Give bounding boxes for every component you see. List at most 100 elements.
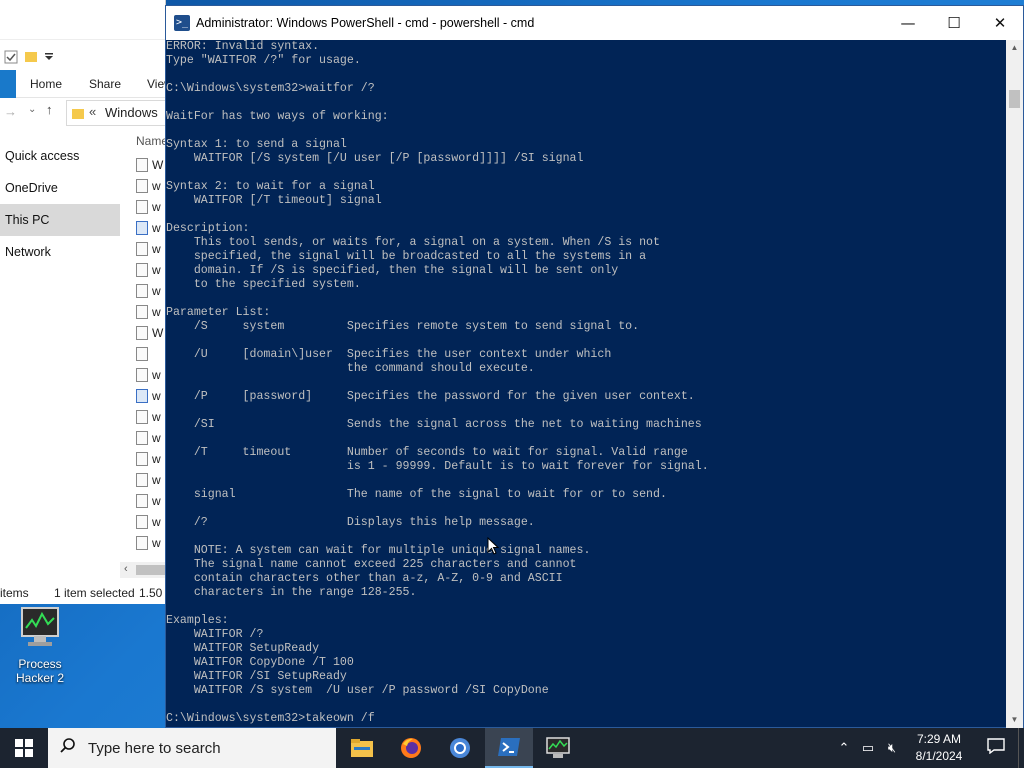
scroll-up-icon[interactable]: ▲ — [1006, 40, 1023, 56]
list-item[interactable]: w — [136, 280, 165, 301]
folder-icon[interactable] — [24, 49, 38, 63]
tab-home[interactable]: Home — [30, 77, 62, 91]
chevron-down-icon[interactable]: ⌄ — [28, 104, 36, 115]
nav-item-quick-access[interactable]: Quick access — [0, 140, 120, 172]
file-name: w — [152, 262, 161, 277]
console-line: C:\Windows\system32>waitfor /? — [166, 82, 375, 95]
list-item[interactable]: w — [136, 238, 165, 259]
list-item[interactable]: w — [136, 469, 165, 490]
list-item[interactable]: W — [136, 322, 165, 343]
file-name: w — [152, 304, 161, 319]
nav-item-network[interactable]: Network — [0, 236, 120, 268]
nav-item-onedrive[interactable]: OneDrive — [0, 172, 120, 204]
file-name: w — [152, 220, 161, 235]
list-item[interactable]: w — [136, 217, 165, 238]
mouse-cursor-icon — [487, 537, 499, 555]
explorer-ribbon: Home Share View — [0, 70, 165, 98]
desktop-icon-process-hacker[interactable]: Process Hacker 2 — [0, 606, 80, 685]
file-icon — [136, 157, 148, 172]
console-vertical-scrollbar[interactable]: ▲ ▼ — [1006, 40, 1023, 728]
console-output[interactable]: ERROR: Invalid syntax. Type "WAITFOR /?" … — [166, 40, 1006, 728]
console-line: characters in the range 128-255. — [166, 586, 417, 599]
nav-item-this-pc[interactable]: This PC — [0, 204, 120, 236]
close-button[interactable]: ✕ — [977, 6, 1023, 40]
taskbar-process-hacker[interactable] — [534, 728, 582, 768]
start-button[interactable] — [0, 728, 48, 768]
list-item[interactable]: w — [136, 301, 165, 322]
file-icon — [136, 451, 148, 466]
volume-muted-icon[interactable]: 🔇︎ — [880, 740, 904, 756]
process-hacker-icon — [21, 607, 59, 646]
show-desktop-button[interactable] — [1018, 728, 1024, 768]
breadcrumb[interactable]: Windows — [105, 105, 158, 120]
list-item[interactable] — [136, 343, 165, 364]
column-header-name[interactable]: Name — [136, 134, 165, 154]
checkbox-icon[interactable] — [4, 50, 18, 64]
chrome-icon — [450, 738, 470, 758]
list-item[interactable]: w — [136, 196, 165, 217]
file-name: w — [152, 178, 161, 193]
scroll-thumb[interactable] — [136, 565, 165, 575]
search-placeholder[interactable]: Type here to search — [88, 740, 221, 757]
scroll-down-icon[interactable]: ▼ — [1006, 712, 1023, 728]
list-item[interactable]: w — [136, 427, 165, 448]
maximize-button[interactable]: ☐ — [931, 6, 977, 40]
console-line: signal The name of the signal to wait fo… — [166, 488, 667, 501]
network-icon[interactable]: ▭ — [856, 740, 880, 756]
tab-view[interactable]: View — [147, 77, 165, 91]
file-icon — [136, 199, 148, 214]
chevron-left-icon[interactable]: ‹ — [124, 563, 128, 575]
dropdown-arrow-icon[interactable] — [44, 52, 54, 62]
list-item[interactable]: w — [136, 175, 165, 196]
file-name: w — [152, 388, 161, 403]
list-item[interactable]: w — [136, 385, 165, 406]
clock[interactable]: 7:29 AM 8/1/2024 — [904, 731, 974, 765]
explorer-horizontal-scrollbar[interactable]: ‹ — [120, 562, 165, 578]
file-tab[interactable] — [0, 70, 16, 98]
list-item[interactable]: w — [136, 532, 165, 553]
explorer-titlebar — [0, 0, 165, 64]
scroll-thumb[interactable] — [1009, 90, 1020, 108]
explorer-address-row: → ⌄ ↑ « Windows — [0, 100, 165, 126]
taskbar-chrome[interactable] — [436, 728, 484, 768]
address-bar[interactable]: « Windows — [66, 100, 165, 126]
system-tray: ⌃ ▭ 🔇︎ 7:29 AM 8/1/2024 — [832, 728, 1024, 768]
console-line: WAITFOR [/T timeout] signal — [166, 194, 382, 207]
list-item[interactable]: w — [136, 511, 165, 532]
file-icon — [136, 514, 148, 529]
notification-icon[interactable] — [974, 737, 1018, 759]
list-item[interactable]: W — [136, 154, 165, 175]
console-line: to the specified system. — [166, 278, 361, 291]
tab-share[interactable]: Share — [89, 77, 121, 91]
back-arrow-icon[interactable]: → — [4, 104, 17, 119]
file-icon — [136, 346, 148, 361]
chevron-up-icon[interactable]: ⌃ — [832, 740, 856, 756]
console-line: /T timeout Number of seconds to wait for… — [166, 446, 688, 459]
minimize-button[interactable]: — — [885, 6, 931, 40]
list-item[interactable]: w — [136, 406, 165, 427]
list-item[interactable]: w — [136, 259, 165, 280]
taskbar-file-explorer[interactable] — [338, 728, 386, 768]
file-name: w — [152, 283, 161, 298]
list-item[interactable]: w — [136, 364, 165, 385]
console-line: WAITFOR CopyDone /T 100 — [166, 656, 354, 669]
taskbar-firefox[interactable] — [387, 728, 435, 768]
window-controls: — ☐ ✕ — [885, 6, 1023, 40]
powershell-titlebar[interactable]: >_ Administrator: Windows PowerShell - c… — [166, 6, 1023, 40]
desktop-icon-label: Process Hacker 2 — [15, 657, 65, 685]
breadcrumb-overflow[interactable]: « — [89, 104, 96, 119]
windows-logo-icon — [15, 739, 33, 757]
up-arrow-icon[interactable]: ↑ — [46, 102, 53, 117]
powershell-window[interactable]: >_ Administrator: Windows PowerShell - c… — [165, 5, 1024, 728]
list-item[interactable]: w — [136, 490, 165, 511]
taskbar-powershell[interactable] — [485, 728, 533, 768]
taskbar-search[interactable]: Type here to search — [48, 728, 336, 768]
console-line: WAITFOR SetupReady — [166, 642, 320, 655]
list-item[interactable]: w — [136, 448, 165, 469]
